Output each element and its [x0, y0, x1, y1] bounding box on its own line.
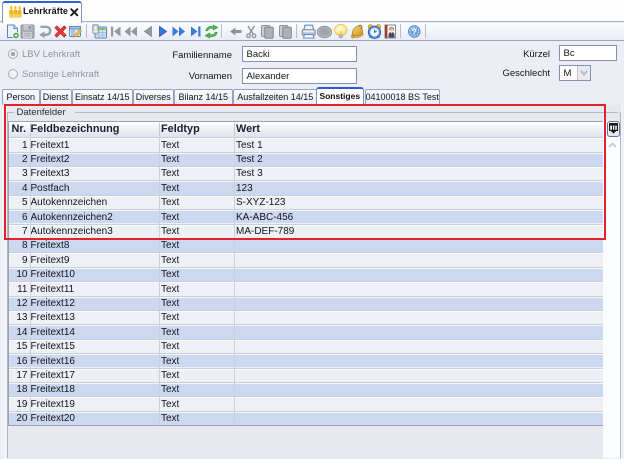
svg-text:?: ?: [412, 26, 417, 36]
